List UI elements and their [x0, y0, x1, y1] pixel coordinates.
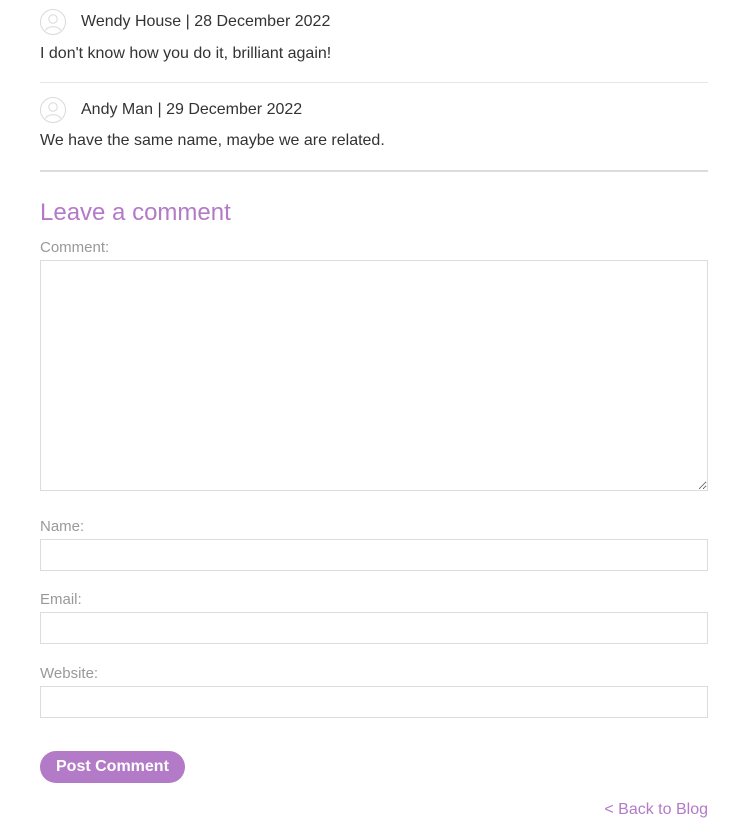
comment-header: Andy Man | 29 December 2022	[40, 96, 708, 124]
comment-text: We have the same name, maybe we are rela…	[40, 132, 385, 149]
comments-section-divider	[40, 170, 708, 172]
comment-divider	[40, 82, 708, 83]
name-label: Name:	[40, 518, 85, 535]
user-avatar-icon	[40, 97, 66, 123]
comment-header: Wendy House | 28 December 2022	[40, 8, 708, 36]
back-to-blog-link[interactable]: < Back to Blog	[604, 800, 708, 820]
email-input[interactable]	[40, 612, 708, 644]
post-comment-button[interactable]: Post Comment	[40, 751, 185, 783]
comment-label: Comment:	[40, 239, 110, 256]
comment-author-date: Wendy House | 28 December 2022	[81, 13, 331, 30]
name-input[interactable]	[40, 539, 708, 571]
leave-comment-title: Leave a comment	[40, 199, 231, 226]
comments-page: Wendy House | 28 December 2022 I don't k…	[0, 0, 730, 822]
comment-textarea[interactable]	[40, 260, 708, 491]
comment-author-date: Andy Man | 29 December 2022	[81, 101, 303, 118]
website-input[interactable]	[40, 686, 708, 718]
comment-item: Andy Man | 29 December 2022 We have the …	[40, 96, 708, 151]
comment-text: I don't know how you do it, brilliant ag…	[40, 45, 332, 62]
user-avatar-icon	[40, 9, 66, 35]
website-label: Website:	[40, 665, 99, 682]
email-label: Email:	[40, 591, 82, 608]
comment-item: Wendy House | 28 December 2022 I don't k…	[40, 8, 708, 64]
